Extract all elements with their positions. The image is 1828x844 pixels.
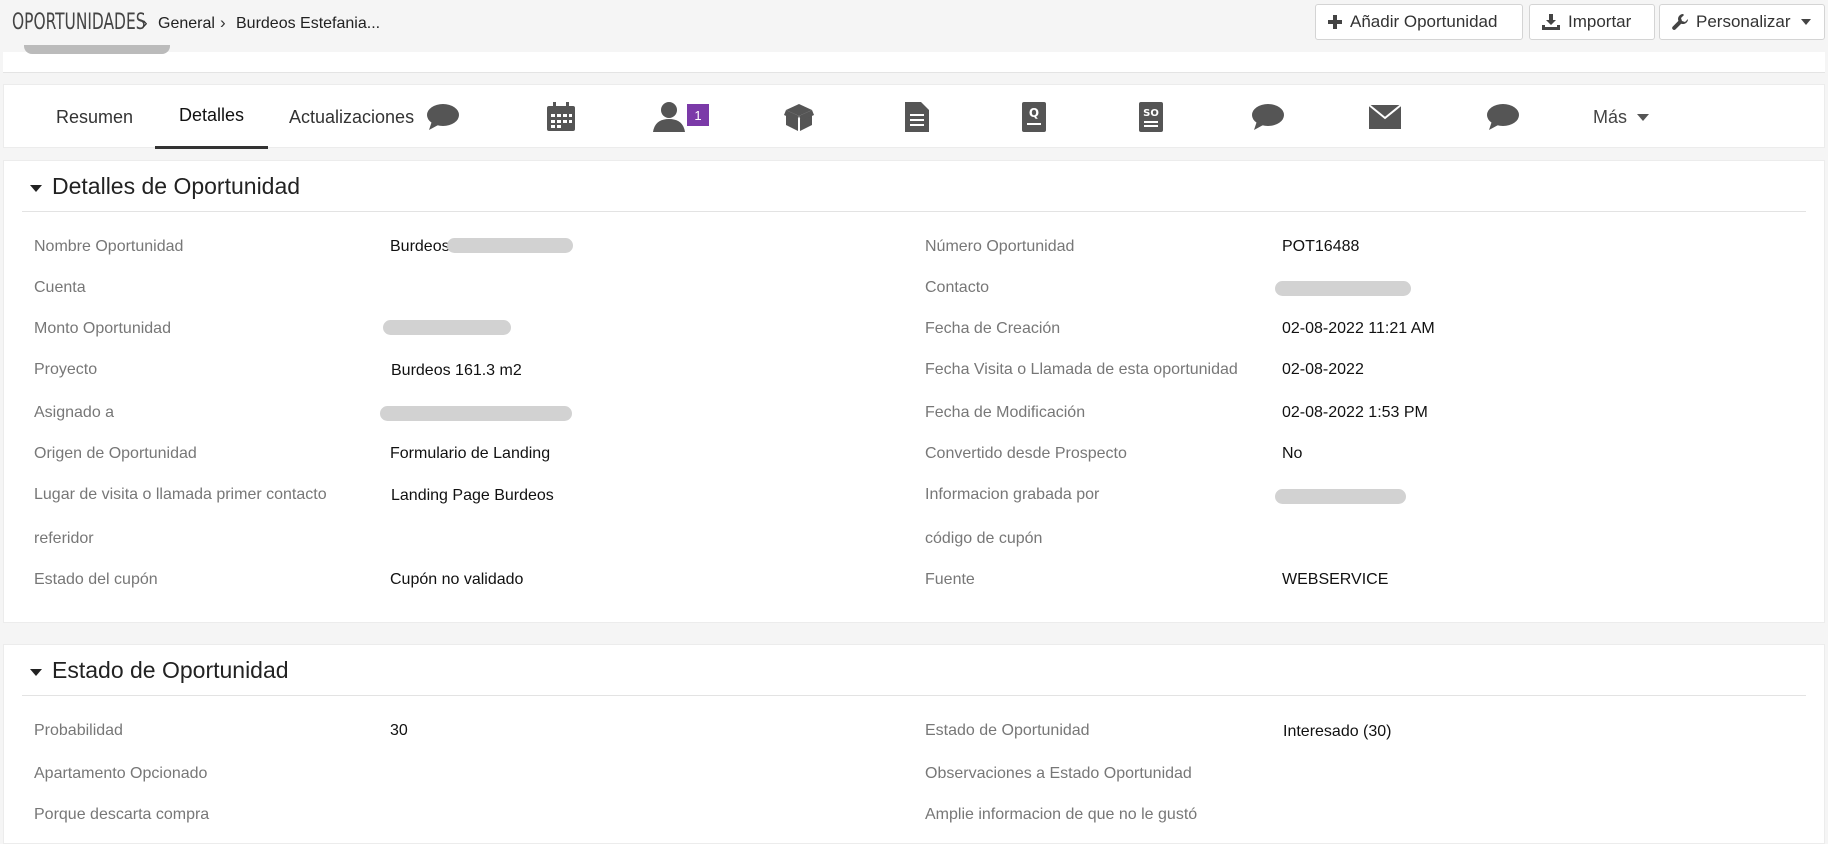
- panel-title: Estado de Oportunidad: [52, 656, 289, 683]
- breadcrumb-general[interactable]: General: [158, 15, 215, 33]
- field-value-coupon-status[interactable]: Cupón no validado: [390, 571, 523, 589]
- field-label: Apartamento Opcionado: [34, 765, 208, 782]
- caret-down-icon: [1637, 113, 1650, 121]
- sales-order-icon[interactable]: SO: [1134, 99, 1168, 135]
- field-value-opportunity-name[interactable]: Burdeos: [390, 238, 450, 256]
- field-value-project[interactable]: Burdeos 161.3 m2: [391, 362, 522, 380]
- collapse-caret-icon: [30, 668, 42, 676]
- field-label: Origen de Oportunidad: [34, 445, 197, 462]
- add-opportunity-button[interactable]: Añadir Oportunidad: [1315, 4, 1523, 40]
- field-value-modified-date[interactable]: 02-08-2022 1:53 PM: [1282, 404, 1428, 422]
- panel-title: Detalles de Oportunidad: [52, 172, 301, 199]
- document-icon[interactable]: [900, 99, 934, 135]
- redacted-text: [447, 238, 573, 253]
- details-panel-header[interactable]: Detalles de Oportunidad: [22, 161, 1806, 212]
- plus-icon: [1328, 15, 1342, 29]
- field-value-converted[interactable]: No: [1282, 445, 1302, 463]
- field-label: Nombre Oportunidad: [34, 238, 184, 255]
- status-panel-header[interactable]: Estado de Oportunidad: [22, 645, 1806, 696]
- redacted-text: [383, 320, 511, 335]
- field-value-visit-date[interactable]: 02-08-2022: [1282, 361, 1364, 379]
- field-label: código de cupón: [925, 530, 1043, 547]
- chevron-right-icon: ›: [220, 13, 226, 32]
- field-label: Número Oportunidad: [925, 238, 1075, 255]
- customize-button[interactable]: Personalizar: [1659, 4, 1825, 40]
- message-icon[interactable]: [1486, 99, 1520, 135]
- chat-icon[interactable]: [1251, 99, 1285, 135]
- quote-icon[interactable]: Q: [1017, 99, 1051, 135]
- field-label: Estado de Oportunidad: [925, 722, 1090, 739]
- record-action-button-stub[interactable]: [24, 45, 170, 54]
- record-tabs: Resumen Detalles Actualizaciones 1 Q SO …: [3, 84, 1825, 149]
- field-label: Proyecto: [34, 361, 98, 378]
- field-label: Monto Oportunidad: [34, 320, 171, 337]
- field-label: Asignado a: [34, 404, 115, 421]
- svg-text:Q: Q: [1029, 106, 1039, 120]
- field-label: referidor: [34, 530, 94, 547]
- field-label: Contacto: [925, 279, 990, 296]
- field-label: Lugar de visita o llamada primer contact…: [34, 486, 327, 503]
- chevron-right-icon: ›: [142, 13, 148, 32]
- field-label: Fecha de Modificación: [925, 404, 1086, 421]
- field-label: Convertido desde Prospecto: [925, 445, 1127, 462]
- collapse-caret-icon: [30, 184, 42, 192]
- more-tabs-dropdown[interactable]: Más: [1593, 85, 1650, 149]
- field-label: Probabilidad: [34, 722, 123, 739]
- field-value-opportunity-number[interactable]: POT16488: [1282, 238, 1359, 256]
- contacts-tab[interactable]: 1: [650, 99, 712, 135]
- field-label: Informacion grabada por: [925, 486, 1100, 503]
- field-label: Cuenta: [34, 279, 86, 296]
- field-value-visit-place[interactable]: Landing Page Burdeos: [391, 487, 554, 505]
- details-panel: Detalles de Oportunidad Nombre Oportunid…: [3, 160, 1825, 623]
- box-icon[interactable]: [782, 99, 816, 135]
- field-value-origin[interactable]: Formulario de Landing: [390, 445, 550, 463]
- svg-text:SO: SO: [1143, 108, 1159, 119]
- user-icon: [653, 102, 685, 132]
- field-label: Amplie informacion de que no le gustó: [925, 806, 1198, 823]
- field-label: Estado del cupón: [34, 571, 158, 588]
- top-header: OPORTUNIDADES › General › Burdeos Estefa…: [0, 0, 1828, 48]
- field-label: Fecha Visita o Llamada de esta oportunid…: [925, 361, 1238, 378]
- import-button[interactable]: Importar: [1529, 4, 1655, 40]
- download-icon: [1542, 14, 1560, 30]
- redacted-text: [1275, 489, 1406, 504]
- tab-details[interactable]: Detalles: [155, 85, 268, 149]
- field-value-source[interactable]: WEBSERVICE: [1282, 571, 1388, 589]
- field-label: Porque descarta compra: [34, 806, 210, 823]
- redacted-text: [1275, 281, 1411, 296]
- calendar-icon[interactable]: [544, 99, 578, 135]
- envelope-icon[interactable]: [1368, 99, 1402, 135]
- field-value-probability[interactable]: 30: [390, 722, 408, 740]
- caret-down-icon: [1800, 19, 1811, 25]
- redacted-text: [380, 406, 572, 421]
- field-label: Fuente: [925, 571, 975, 588]
- field-label: Fecha de Creación: [925, 320, 1061, 337]
- record-header-strip: [3, 52, 1825, 73]
- contacts-count-badge: 1: [687, 104, 709, 126]
- tab-summary[interactable]: Resumen: [56, 85, 133, 149]
- field-label: Observaciones a Estado Oportunidad: [925, 765, 1192, 782]
- field-value-created-date[interactable]: 02-08-2022 11:21 AM: [1282, 320, 1435, 338]
- tab-updates[interactable]: Actualizaciones: [289, 85, 414, 149]
- wrench-icon: [1672, 14, 1688, 30]
- comment-icon[interactable]: [426, 99, 460, 135]
- field-value-opportunity-status[interactable]: Interesado (30): [1283, 723, 1392, 741]
- status-panel: Estado de Oportunidad Probabilidad 30 Ap…: [3, 644, 1825, 844]
- breadcrumb-record: Burdeos Estefania...: [236, 15, 381, 32]
- module-title[interactable]: OPORTUNIDADES: [12, 10, 146, 35]
